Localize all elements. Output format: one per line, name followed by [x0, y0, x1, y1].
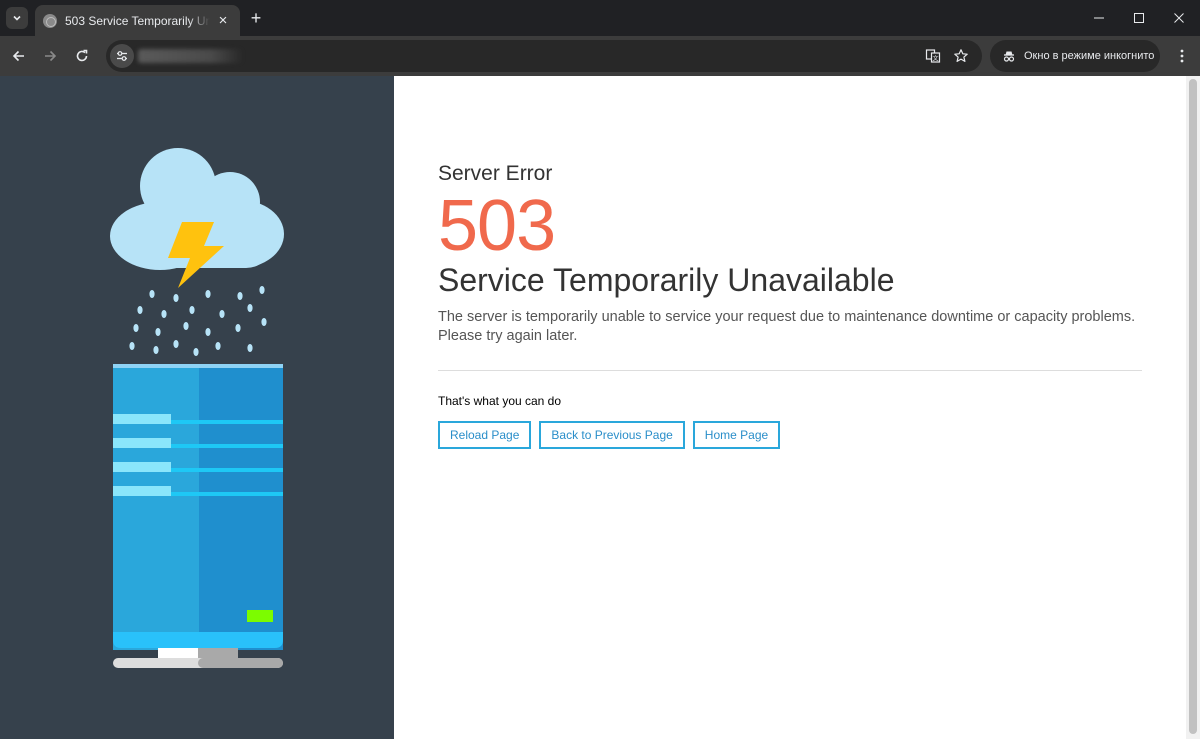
url-text-blurred: [138, 49, 243, 63]
browser-tab[interactable]: 503 Service Temporarily Unavailable ×: [35, 5, 240, 36]
globe-icon: [43, 13, 57, 28]
arrow-left-icon: [12, 50, 24, 62]
star-icon: [954, 49, 968, 62]
forward-button[interactable]: [38, 44, 62, 68]
new-tab-button[interactable]: +: [246, 8, 266, 28]
incognito-indicator[interactable]: Окно в режиме инкогнито: [990, 40, 1160, 72]
minimize-icon: [1094, 17, 1104, 19]
chevron-down-icon: [13, 15, 21, 21]
translate-button[interactable]: 文: [923, 46, 943, 66]
site-info-button[interactable]: [110, 44, 134, 68]
error-headline: Service Temporarily Unavailable: [438, 262, 895, 298]
close-window-button[interactable]: [1167, 8, 1191, 28]
error-content: Server Error 503 Service Temporarily Una…: [438, 160, 1142, 449]
translate-icon: 文: [925, 49, 941, 63]
back-to-previous-page-button[interactable]: Back to Previous Page: [539, 421, 685, 449]
tab-title: 503 Service Temporarily Unavailable: [65, 13, 210, 28]
address-bar[interactable]: 文: [106, 40, 982, 72]
close-icon: [1174, 13, 1184, 23]
tab-strip: 503 Service Temporarily Unavailable × +: [0, 0, 1200, 36]
reload-button[interactable]: [70, 44, 94, 68]
maximize-icon: [1134, 13, 1144, 23]
more-vert-icon: [1180, 49, 1184, 63]
browser-toolbar: 文 Окно в режиме инкогнито: [0, 36, 1200, 76]
home-page-button[interactable]: Home Page: [692, 421, 781, 449]
vertical-scrollbar[interactable]: [1186, 76, 1200, 739]
svg-text:文: 文: [932, 55, 938, 63]
tab-search-button[interactable]: [6, 7, 28, 29]
arrow-right-icon: [45, 50, 57, 62]
tab-close-button[interactable]: ×: [214, 12, 232, 29]
status-led-icon: [247, 610, 273, 622]
reload-page-button[interactable]: Reload Page: [438, 421, 532, 449]
reload-icon: [76, 49, 88, 62]
illustration-panel: [0, 76, 394, 739]
minimize-button[interactable]: [1087, 8, 1111, 28]
maximize-button[interactable]: [1127, 8, 1151, 28]
error-description: The server is temporarily unable to serv…: [438, 309, 1136, 344]
rain-drops-icon: [129, 286, 267, 356]
browser-menu-button[interactable]: [1170, 44, 1194, 68]
error-code: 503: [438, 186, 556, 266]
incognito-label: Окно в режиме инкогнито: [1024, 50, 1155, 62]
action-buttons: Reload Page Back to Previous Page Home P…: [438, 421, 1142, 449]
back-button[interactable]: [7, 44, 31, 68]
tune-icon: [117, 51, 127, 61]
divider: [438, 370, 1142, 371]
server-tower-icon: [113, 364, 283, 668]
scrollbar-thumb[interactable]: [1189, 79, 1197, 734]
error-label: Server Error: [438, 162, 553, 185]
bookmark-button[interactable]: [951, 46, 971, 66]
page-viewport: Server Error 503 Service Temporarily Una…: [0, 76, 1200, 739]
actions-heading: That's what you can do: [438, 394, 562, 408]
incognito-icon: [1003, 51, 1015, 62]
server-storm-illustration: [110, 148, 284, 668]
